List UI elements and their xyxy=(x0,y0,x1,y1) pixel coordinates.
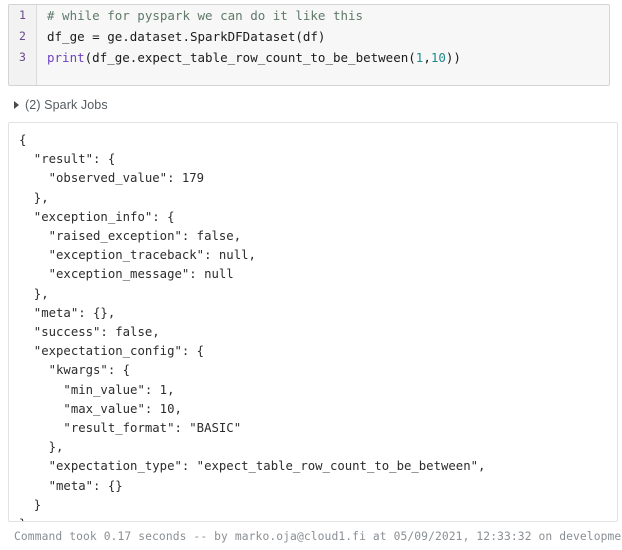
code-line-1[interactable]: # while for pyspark we can do it like th… xyxy=(38,5,609,26)
code-token-plain: )) xyxy=(445,50,461,65)
code-line-3[interactable]: print(df_ge.expect_table_row_count_to_be… xyxy=(38,47,609,68)
cell-output-box: { "result": { "observed_value": 179 }, "… xyxy=(8,122,618,522)
spark-jobs-label: (2) Spark Jobs xyxy=(25,98,108,112)
command-status-footer: Command took 0.17 seconds -- by marko.oj… xyxy=(14,530,622,543)
code-token-number: 10 xyxy=(430,50,446,65)
code-line-2[interactable]: df_ge = ge.dataset.SparkDFDataset(df) xyxy=(38,26,609,47)
line-number: 3 xyxy=(19,50,26,64)
code-editor-area[interactable]: # while for pyspark we can do it like th… xyxy=(38,5,609,85)
code-token-plain: df_ge = ge.dataset.SparkDFDataset(df) xyxy=(47,29,326,44)
triangle-right-icon[interactable] xyxy=(14,101,19,109)
line-number: 1 xyxy=(19,8,26,22)
line-number: 2 xyxy=(19,29,26,43)
json-output-text: { "result": { "observed_value": 179 }, "… xyxy=(19,133,486,521)
spark-jobs-toggle[interactable]: (2) Spark Jobs xyxy=(14,96,108,114)
line-number-gutter: 1 2 3 xyxy=(9,5,37,85)
code-cell[interactable]: 1 2 3 # while for pyspark we can do it l… xyxy=(8,4,610,86)
code-token-comma: , xyxy=(423,50,431,65)
code-token-comment: # while for pyspark we can do it like th… xyxy=(47,8,364,23)
code-token-keyword: print xyxy=(47,50,85,65)
code-token-plain: (df_ge.expect_table_row_count_to_be_betw… xyxy=(84,50,416,65)
